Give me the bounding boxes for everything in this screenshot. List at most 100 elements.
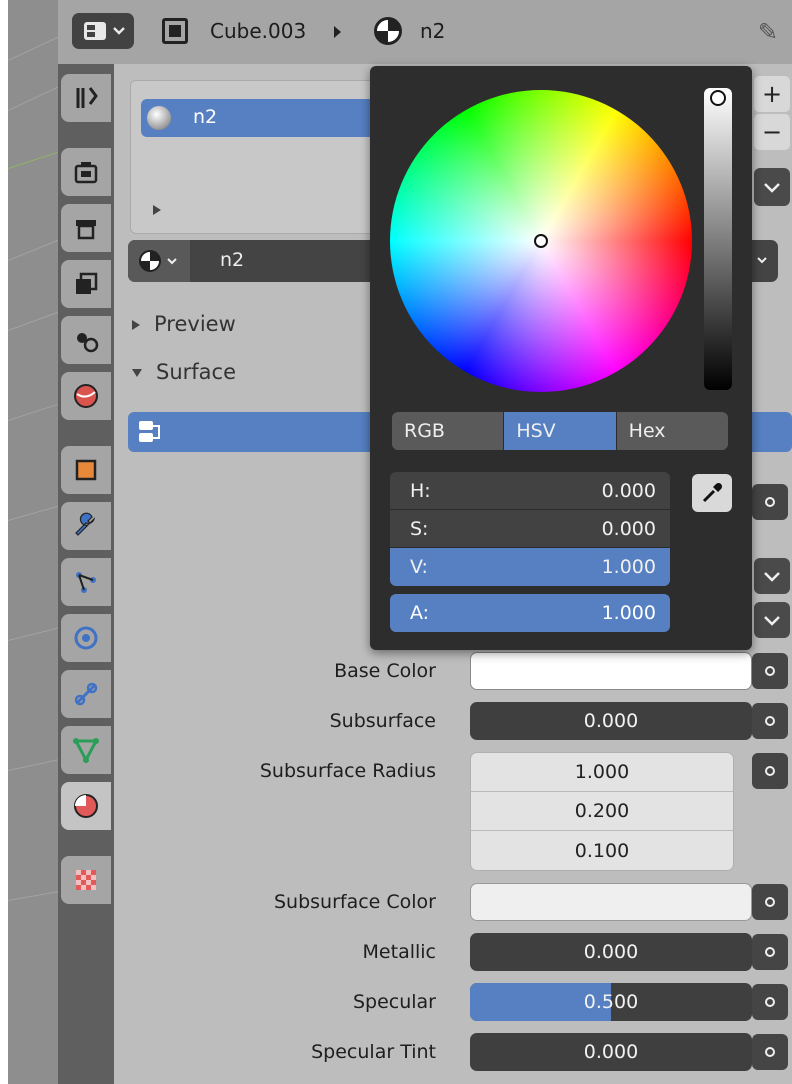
browse-material-button[interactable] bbox=[128, 240, 190, 282]
tab-rgb[interactable]: RGB bbox=[392, 412, 505, 450]
specular-label: Specular bbox=[352, 991, 436, 1013]
tab-render[interactable] bbox=[61, 148, 111, 196]
tab-view-layer[interactable] bbox=[61, 260, 111, 308]
value-slider[interactable] bbox=[704, 88, 732, 390]
wheel-cursor[interactable] bbox=[534, 234, 548, 248]
subsurface-radius-z[interactable]: 0.100 bbox=[471, 831, 733, 870]
tab-output[interactable] bbox=[61, 204, 111, 252]
tab-physics[interactable] bbox=[61, 614, 111, 662]
slot-specials-dropdown[interactable] bbox=[754, 168, 790, 206]
grid-line bbox=[8, 889, 58, 901]
tab-particles[interactable] bbox=[61, 558, 111, 606]
object-icon bbox=[162, 18, 188, 44]
tab-constraints[interactable] bbox=[61, 670, 111, 718]
pin-icon[interactable]: ✎ bbox=[758, 18, 778, 46]
metallic-value: 0.000 bbox=[583, 941, 639, 963]
value-label: V: bbox=[410, 556, 428, 578]
properties-header: Cube.003 n2 ✎ bbox=[58, 0, 792, 64]
subsurface-method-dropdown-arrow[interactable] bbox=[754, 602, 790, 638]
tab-texture[interactable] bbox=[61, 856, 111, 904]
value-field[interactable]: V: 1.000 bbox=[390, 548, 670, 586]
editor-type-button[interactable] bbox=[72, 13, 134, 49]
tab-material[interactable] bbox=[61, 782, 111, 830]
grid-line bbox=[8, 309, 58, 331]
tab-scene[interactable] bbox=[61, 316, 111, 364]
subsurface-color-socket[interactable] bbox=[752, 884, 788, 920]
tab-hex[interactable]: Hex bbox=[616, 412, 728, 450]
subsurface-radius-vector[interactable]: 1.000 0.200 0.100 bbox=[470, 752, 734, 871]
eyedropper-button[interactable] bbox=[692, 474, 732, 512]
breadcrumb-separator-icon bbox=[334, 26, 341, 38]
output-icon bbox=[72, 214, 100, 242]
expanded-triangle-icon bbox=[132, 369, 142, 377]
subsurface-radius-y[interactable]: 0.200 bbox=[471, 792, 733, 831]
tab-world[interactable] bbox=[61, 372, 111, 420]
node-tree-icon bbox=[139, 421, 160, 442]
chevron-down-icon bbox=[764, 616, 780, 626]
metallic-field[interactable]: 0.000 bbox=[470, 933, 752, 971]
base-color-socket[interactable] bbox=[752, 653, 788, 689]
object-icon bbox=[72, 456, 100, 484]
subsurface-color-swatch[interactable] bbox=[470, 883, 752, 921]
list-expand-icon[interactable] bbox=[153, 205, 161, 215]
surface-panel-header[interactable]: Surface bbox=[132, 360, 236, 384]
grid-line bbox=[8, 237, 58, 261]
grid-line bbox=[8, 757, 58, 771]
properties-tab-bar bbox=[58, 64, 114, 1084]
base-color-label: Base Color bbox=[334, 660, 436, 682]
preview-label: Preview bbox=[154, 312, 236, 336]
subsurface-radius-socket[interactable] bbox=[752, 753, 788, 789]
breadcrumb-object[interactable]: Cube.003 bbox=[210, 19, 306, 43]
material-preview-icon bbox=[147, 106, 171, 130]
tab-object[interactable] bbox=[61, 446, 111, 494]
chevron-down-icon bbox=[764, 572, 780, 582]
remove-slot-button[interactable]: − bbox=[754, 114, 790, 150]
preview-panel-header[interactable]: Preview bbox=[132, 312, 236, 336]
specular-socket[interactable] bbox=[752, 984, 788, 1020]
specular-tint-value: 0.000 bbox=[583, 1041, 639, 1063]
shader-input-socket[interactable] bbox=[752, 484, 788, 520]
tab-hsv[interactable]: HSV bbox=[504, 412, 617, 450]
mesh-data-icon bbox=[72, 736, 100, 764]
scene-icon bbox=[72, 326, 100, 354]
subsurface-radius-x[interactable]: 1.000 bbox=[471, 753, 733, 792]
texture-icon bbox=[72, 866, 100, 894]
hue-label: H: bbox=[410, 480, 431, 502]
subsurface-label: Subsurface bbox=[329, 710, 436, 732]
material-icon bbox=[139, 250, 177, 272]
base-color-swatch[interactable] bbox=[470, 652, 752, 690]
color-mode-tabs: RGB HSV Hex bbox=[392, 412, 728, 450]
surface-label: Surface bbox=[156, 360, 237, 384]
alpha-field[interactable]: A: 1.000 bbox=[390, 594, 670, 632]
tab-modifiers[interactable] bbox=[61, 502, 111, 550]
add-slot-button[interactable]: + bbox=[754, 76, 790, 112]
alpha-value: 1.000 bbox=[601, 602, 656, 624]
eyedropper-icon bbox=[702, 482, 723, 503]
material-icon bbox=[72, 792, 100, 820]
material-name-field[interactable]: n2 bbox=[220, 249, 244, 271]
hue-field[interactable]: H: 0.000 bbox=[390, 472, 670, 510]
subsurface-socket[interactable] bbox=[752, 703, 788, 739]
breadcrumb-material[interactable]: n2 bbox=[420, 19, 445, 43]
3d-viewport-edge[interactable] bbox=[8, 0, 58, 1084]
tab-object-data[interactable] bbox=[61, 726, 111, 774]
tab-tool[interactable] bbox=[61, 74, 111, 122]
value-slider-knob[interactable] bbox=[710, 90, 726, 106]
specular-value: 0.500 bbox=[583, 991, 639, 1013]
color-picker-popup: RGB HSV Hex H: 0.000 S: 0.000 V: 1.000 A… bbox=[370, 66, 752, 650]
specular-field[interactable]: 0.500 bbox=[470, 983, 752, 1021]
grid-line bbox=[8, 401, 58, 421]
hue-value: 0.000 bbox=[601, 480, 656, 502]
distribution-dropdown-arrow[interactable] bbox=[754, 558, 790, 594]
metallic-socket[interactable] bbox=[752, 934, 788, 970]
view-layer-icon bbox=[72, 270, 100, 298]
specular-tint-field[interactable]: 0.000 bbox=[470, 1033, 752, 1071]
saturation-label: S: bbox=[410, 518, 429, 540]
subsurface-radius-label: Subsurface Radius bbox=[259, 760, 436, 782]
saturation-field[interactable]: S: 0.000 bbox=[390, 510, 670, 548]
properties-editor-icon bbox=[84, 22, 125, 40]
grid-line bbox=[8, 84, 58, 111]
specular-tint-socket[interactable] bbox=[752, 1034, 788, 1070]
subsurface-field[interactable]: 0.000 bbox=[470, 702, 752, 740]
specular-tint-label: Specular Tint bbox=[311, 1041, 436, 1063]
